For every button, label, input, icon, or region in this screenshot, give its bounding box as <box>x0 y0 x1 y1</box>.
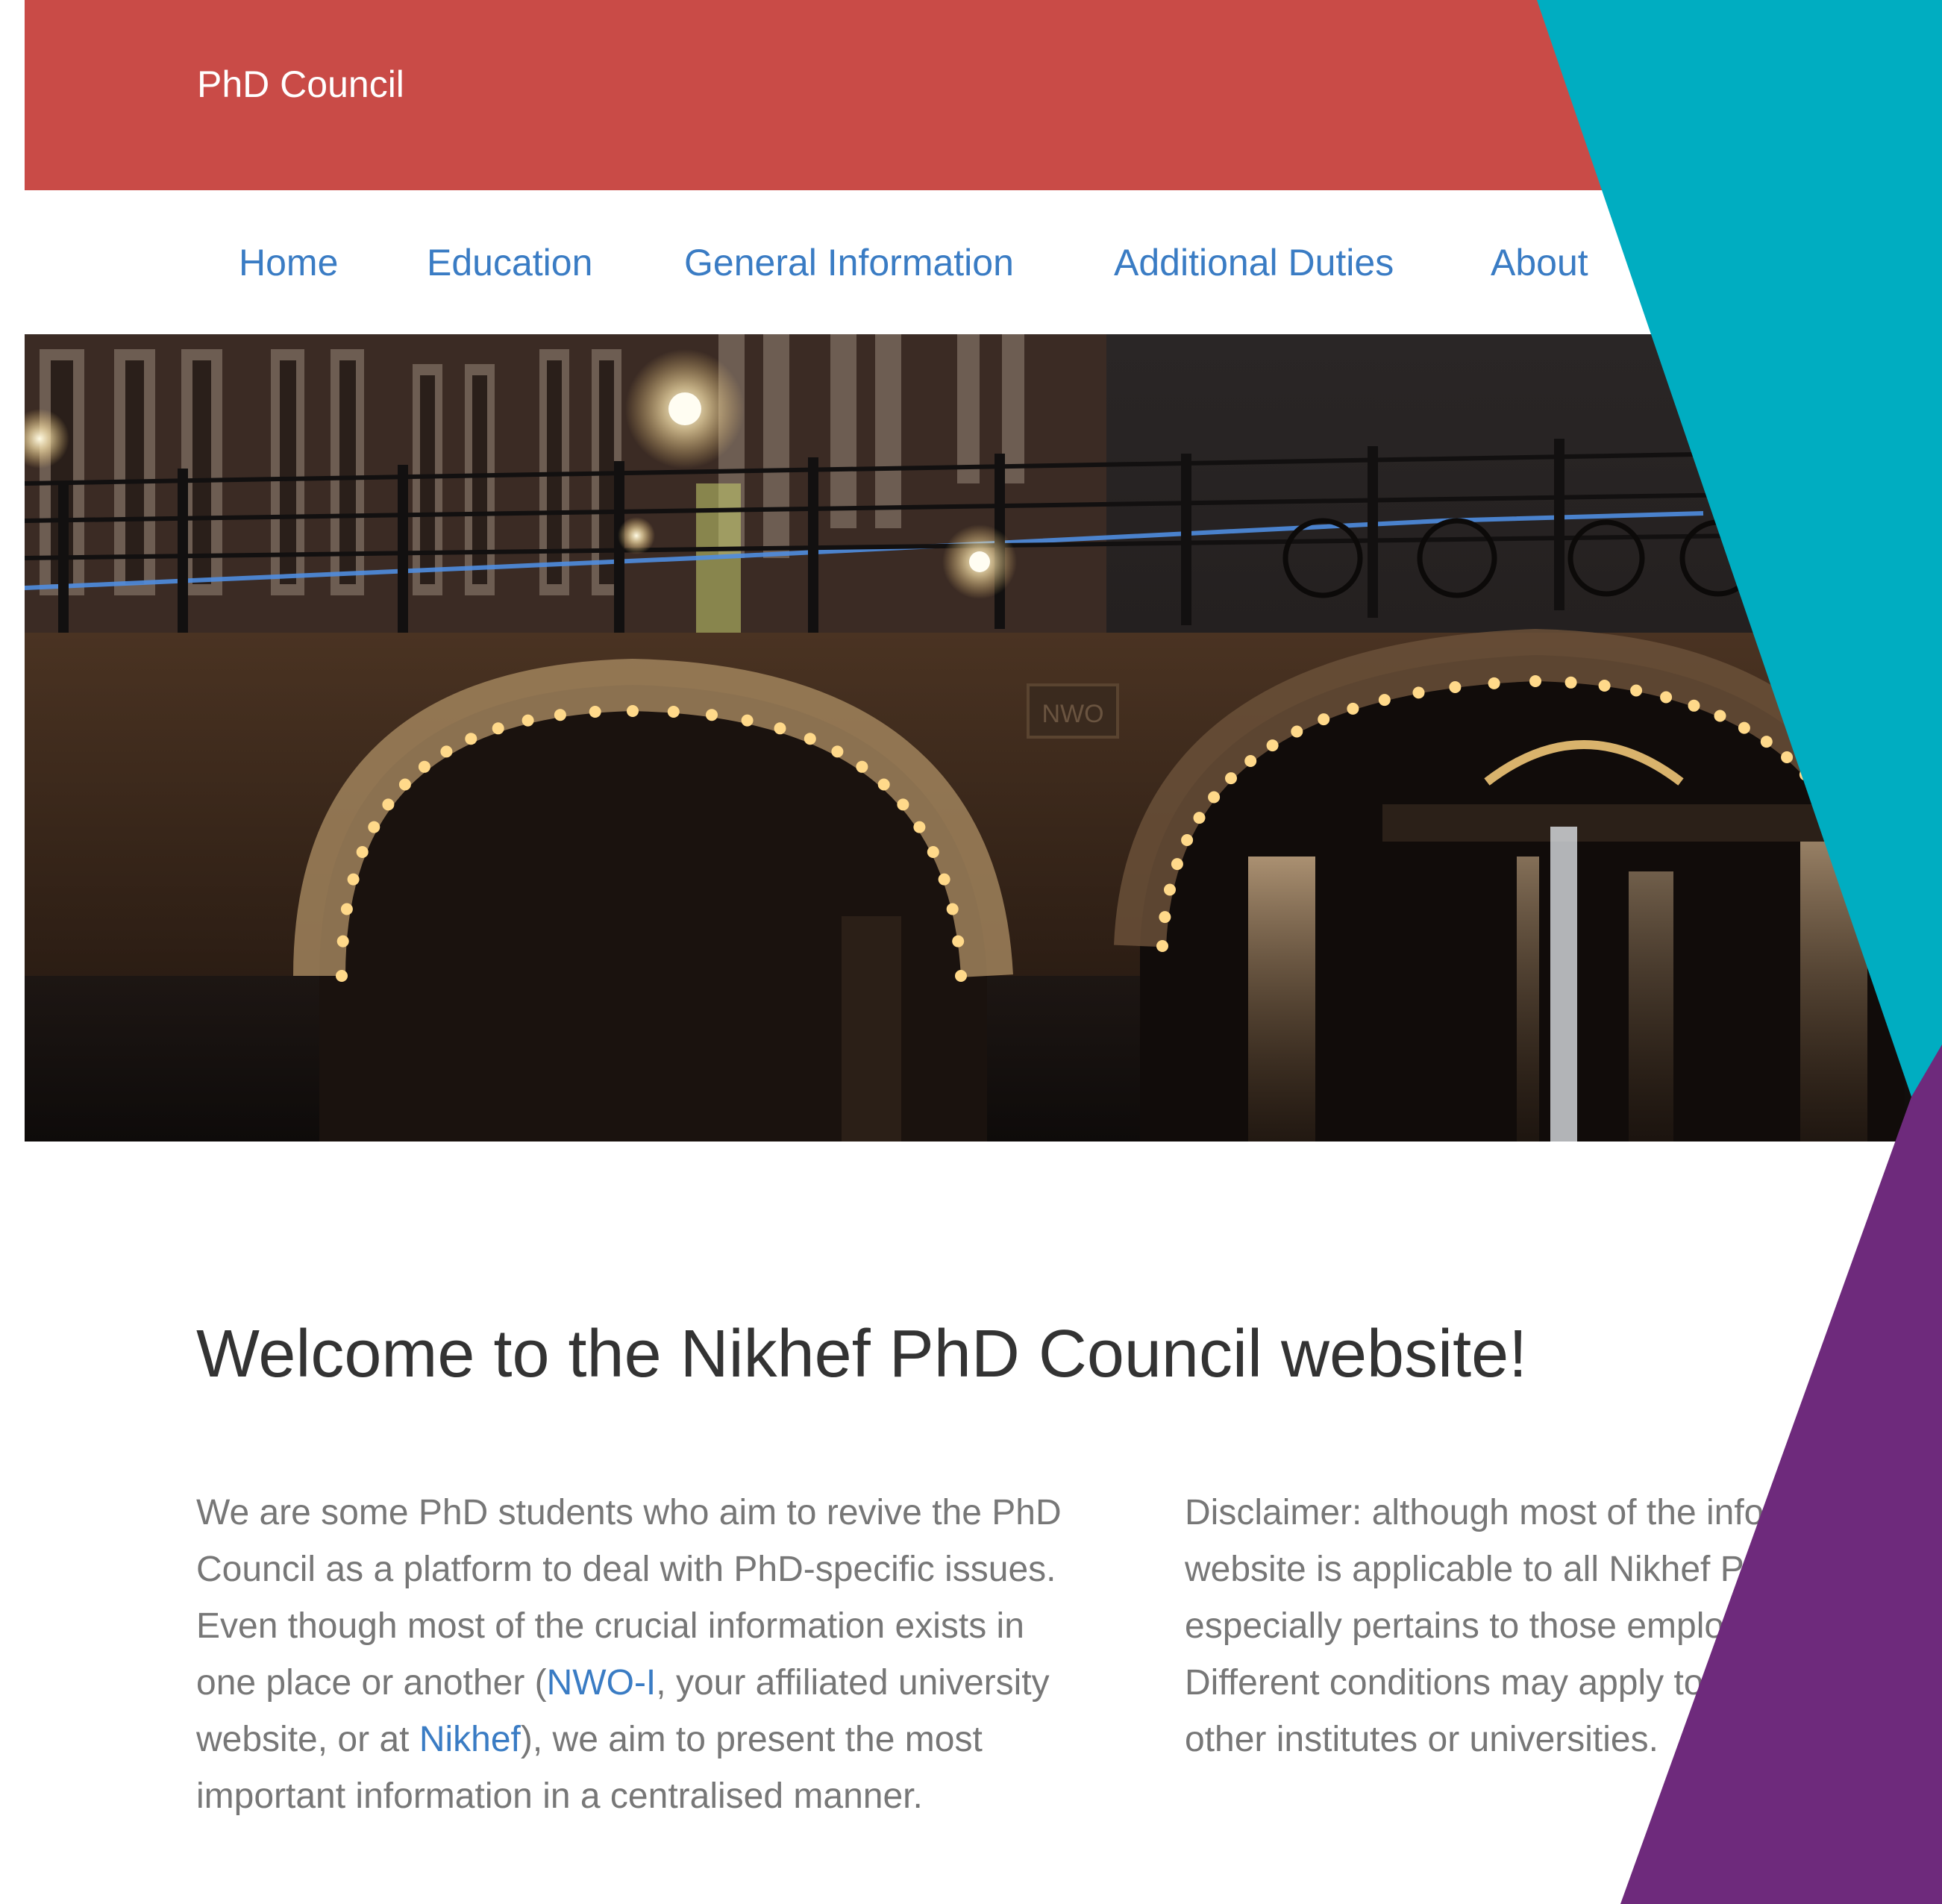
arch-light-dot <box>897 798 909 811</box>
arch-light-dot <box>1781 751 1794 763</box>
arch-light-dot <box>1244 755 1257 767</box>
arch-light-dot <box>589 706 601 718</box>
arch-light-dot <box>1738 721 1750 734</box>
arch-light-dot <box>1412 686 1425 699</box>
intro-paragraph: We are some PhD students who aim to revi… <box>196 1485 1091 1825</box>
arch-light-dot <box>1208 791 1221 804</box>
arch-light-dot <box>382 798 395 811</box>
hero-image: NWO <box>25 334 1942 1142</box>
arch-light-dot <box>1876 940 1888 952</box>
arch-light-dot <box>1760 736 1773 748</box>
arch-light-dot <box>627 705 639 717</box>
arch-light-dot <box>1291 725 1303 738</box>
arch-light-dot <box>1449 681 1462 693</box>
arch-light-dot <box>1156 940 1168 952</box>
arch-light-dot <box>1488 677 1500 689</box>
arch-light-dot <box>1378 694 1391 707</box>
arch-light-dot <box>1855 856 1867 868</box>
arch-light-dot <box>706 709 718 721</box>
arch-light-dot <box>831 745 844 758</box>
nav-education[interactable]: Education <box>427 237 592 289</box>
arch-light-dot <box>1318 713 1330 726</box>
arch-light-dot <box>913 821 926 833</box>
arch-light-dot <box>1870 910 1883 922</box>
nav-general-information[interactable]: General Information <box>684 237 1014 289</box>
page: PhD Council Home Education General Infor… <box>0 0 1942 1904</box>
arch-light-dot <box>1844 831 1856 844</box>
arch-light-dot <box>1598 680 1611 692</box>
arch-light-dot <box>1225 772 1237 785</box>
arch-light-dot <box>804 733 816 745</box>
arch-light-dot <box>1529 675 1541 687</box>
arch-light-dot <box>1171 858 1183 871</box>
arch-light-dot <box>521 714 534 727</box>
arch-light-dot <box>418 760 430 773</box>
arch-light-dot <box>336 935 349 948</box>
arch-light-dot <box>856 760 868 773</box>
arch-light-dot <box>1864 882 1876 895</box>
arch-light-dot <box>340 903 353 915</box>
arch-light-dot <box>667 706 680 718</box>
arch-light-dot <box>877 778 890 791</box>
arch-light-dot <box>955 970 967 982</box>
arch-light-dot <box>952 935 965 948</box>
arch-light-dot <box>347 873 360 886</box>
page-title: Welcome to the Nikhef PhD Council websit… <box>196 1317 1528 1391</box>
arch-light-dot <box>1630 684 1643 697</box>
arch-light-dot <box>1688 699 1700 712</box>
bridge-sign-text: NWO <box>1042 700 1103 728</box>
disclaimer-paragraph: Disclaimer: although most of the informa… <box>1185 1493 1942 1759</box>
nav-about[interactable]: About <box>1491 237 1588 289</box>
arch-light-dot <box>1266 739 1279 752</box>
arch-light-dot <box>492 722 504 735</box>
canal-bridge-night-photo: NWO <box>25 334 1942 1142</box>
arch-light-dot <box>465 733 477 745</box>
arch-light-dot <box>938 873 950 886</box>
arch-light-dot <box>1660 691 1673 704</box>
arch-light-dot <box>398 778 411 791</box>
arch-light-dot <box>946 903 959 915</box>
arch-light-dot <box>554 709 566 721</box>
main-nav: Home Education General Information Addit… <box>25 190 1942 334</box>
arch-light-dot <box>1347 702 1359 715</box>
nwo-i-link[interactable]: NWO-I <box>547 1663 657 1703</box>
main-content: Welcome to the Nikhef PhD Council websit… <box>0 1142 1942 1904</box>
arch-light-dot <box>1564 676 1577 689</box>
arch-light-dot <box>1816 787 1829 800</box>
nav-additional-duties[interactable]: Additional Duties <box>1114 237 1394 289</box>
arch-light-dot <box>741 714 754 727</box>
arch-light-dot <box>1181 834 1194 846</box>
arch-light-dot <box>1714 710 1726 722</box>
arch-light-dot <box>1164 883 1176 896</box>
arch-light-dot <box>774 722 786 735</box>
arch-light-dot <box>1193 812 1206 824</box>
site-header: PhD Council <box>25 0 1942 190</box>
arch-light-dot <box>1159 911 1171 924</box>
nav-home[interactable]: Home <box>239 237 338 289</box>
nikhef-link[interactable]: Nikhef <box>419 1720 521 1759</box>
arch-light-dot <box>356 846 369 858</box>
arch-light-dot <box>1799 768 1811 781</box>
arch-light-dot <box>440 745 453 758</box>
arch-light-dot <box>336 970 348 982</box>
arch-light-dot <box>927 846 939 858</box>
arch-light-dot <box>368 821 380 833</box>
brand-link[interactable]: PhD Council <box>197 60 404 109</box>
arch-light-dot <box>1831 809 1843 821</box>
